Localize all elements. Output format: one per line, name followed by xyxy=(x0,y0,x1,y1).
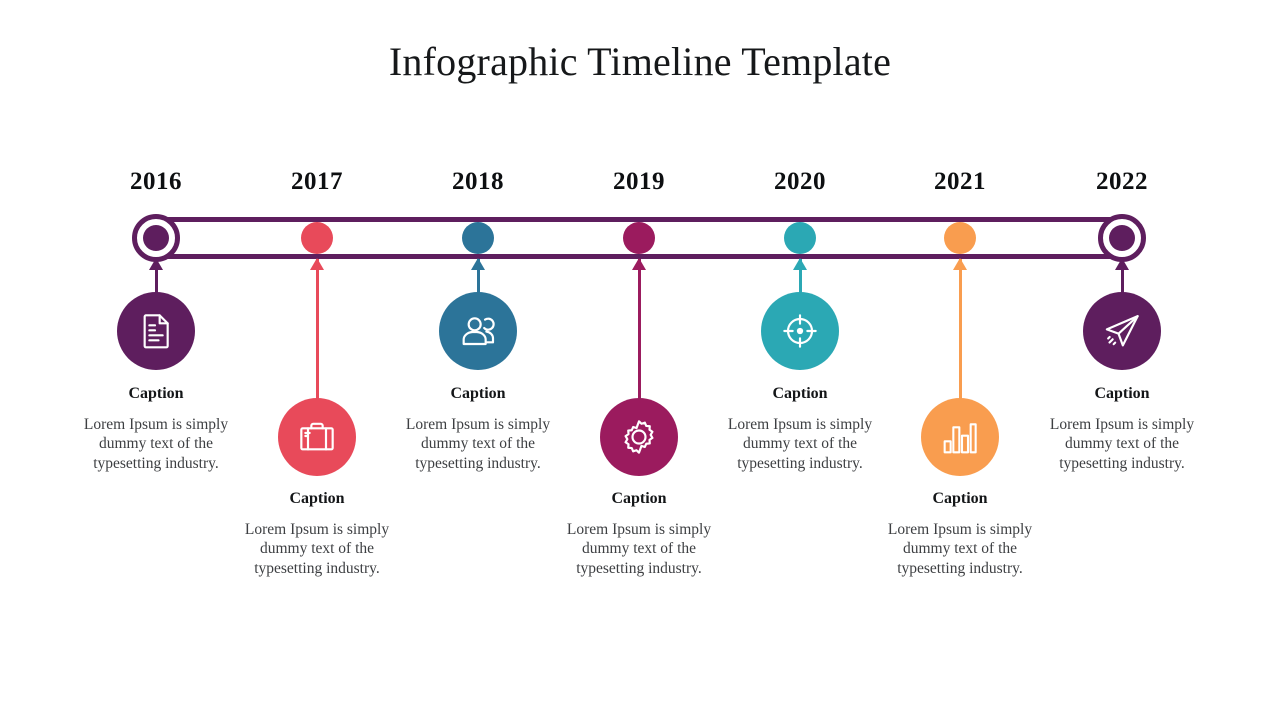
connector-arrow-2020 xyxy=(793,258,807,293)
caption-body-2022: Lorem Ipsum is simply dummy text of the … xyxy=(1049,416,1195,472)
icon-circle-2016[interactable] xyxy=(117,292,195,370)
icon-circle-2020[interactable] xyxy=(761,292,839,370)
timeline-node-2022[interactable]: 2022 Caption Lorem Ipsum is simply dummy… xyxy=(1022,0,1222,720)
icon-circle-2018[interactable] xyxy=(439,292,517,370)
users-icon xyxy=(458,311,498,351)
year-label-2022: 2022 xyxy=(1096,168,1148,195)
timeline-dot-2021[interactable] xyxy=(944,222,976,254)
timeline-endpoint-2022[interactable] xyxy=(1098,214,1146,262)
connector-arrow-2021 xyxy=(953,258,967,399)
document-icon xyxy=(136,311,176,351)
icon-circle-2022[interactable] xyxy=(1083,292,1161,370)
slide-canvas: Infographic Timeline Template 2016 Capti… xyxy=(0,0,1280,720)
briefcase-icon xyxy=(297,417,337,457)
connector-arrow-2018 xyxy=(471,258,485,293)
target-icon xyxy=(780,311,820,351)
connector-arrow-2022 xyxy=(1115,258,1129,293)
caption-block-2022: Caption Lorem Ipsum is simply dummy text… xyxy=(1036,385,1208,473)
icon-circle-2019[interactable] xyxy=(600,398,678,476)
timeline-dot-2020[interactable] xyxy=(784,222,816,254)
gear-icon xyxy=(619,417,659,457)
timeline-endpoint-2016[interactable] xyxy=(132,214,180,262)
icon-circle-2021[interactable] xyxy=(921,398,999,476)
caption-title-2022: Caption xyxy=(1094,385,1150,402)
timeline-dot-2017[interactable] xyxy=(301,222,333,254)
connector-arrow-2017 xyxy=(310,258,324,399)
caption-block-2021: Caption Lorem Ipsum is simply dummy text… xyxy=(874,490,1046,578)
connector-arrow-2016 xyxy=(149,258,163,293)
icon-circle-2017[interactable] xyxy=(278,398,356,476)
timeline-dot-2018[interactable] xyxy=(462,222,494,254)
connector-arrow-2019 xyxy=(632,258,646,399)
timeline-dot-2019[interactable] xyxy=(623,222,655,254)
caption-body-2021: Lorem Ipsum is simply dummy text of the … xyxy=(887,521,1033,577)
caption-title-2021: Caption xyxy=(932,490,988,507)
bar-chart-icon xyxy=(940,417,980,457)
paper-plane-icon xyxy=(1102,311,1142,351)
timeline: 2016 Caption Lorem Ipsum is simply dummy… xyxy=(0,0,1280,720)
